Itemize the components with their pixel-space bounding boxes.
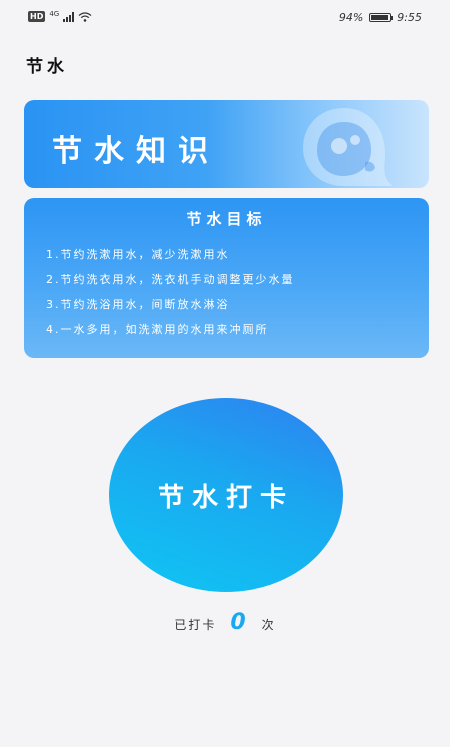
knowledge-banner[interactable]: 节水知识 bbox=[24, 100, 429, 188]
checkin-count-value: 0 bbox=[230, 610, 248, 635]
checkin-button-label: 节水打卡 bbox=[157, 482, 294, 513]
water-drop-icon bbox=[303, 108, 393, 186]
signal-icon bbox=[63, 11, 75, 22]
checkin-count-row: 已打卡 0 次 bbox=[0, 610, 450, 635]
battery-percent: 94% bbox=[338, 11, 364, 24]
goal-item-3: 3.节约洗浴用水，间断放水淋浴 bbox=[46, 298, 230, 311]
hd-badge: HD bbox=[28, 11, 46, 22]
clock: 9:55 bbox=[397, 11, 422, 24]
status-bar: HD 4G 94% 9:55 bbox=[0, 0, 450, 36]
checkin-button[interactable]: 节水打卡 bbox=[109, 398, 343, 592]
status-left: HD 4G bbox=[28, 9, 92, 22]
checkin-count-prefix: 已打卡 bbox=[174, 618, 217, 632]
goal-item-4: 4.一水多用，如洗漱用的水用来冲厕所 bbox=[46, 323, 269, 336]
checkin-count-suffix: 次 bbox=[261, 618, 276, 632]
battery-icon bbox=[369, 13, 394, 22]
network-type-label: 4G bbox=[49, 9, 60, 18]
wifi-icon bbox=[78, 11, 92, 22]
goals-card: 节水目标 1.节约洗漱用水，减少洗漱用水 2.节约洗衣用水，洗衣机手动调整更少水… bbox=[24, 198, 429, 358]
goal-item-1: 1.节约洗漱用水，减少洗漱用水 bbox=[46, 248, 230, 261]
page-title: 节水 bbox=[26, 57, 68, 77]
battery-fill bbox=[371, 15, 389, 20]
goal-item-2: 2.节约洗衣用水，洗衣机手动调整更少水量 bbox=[46, 273, 295, 286]
goals-title: 节水目标 bbox=[186, 210, 267, 228]
goals-list: 1.节约洗漱用水，减少洗漱用水 2.节约洗衣用水，洗衣机手动调整更少水量 3.节… bbox=[46, 248, 295, 348]
status-right: 94% 9:55 bbox=[339, 11, 422, 24]
banner-title: 节水知识 bbox=[52, 134, 220, 169]
